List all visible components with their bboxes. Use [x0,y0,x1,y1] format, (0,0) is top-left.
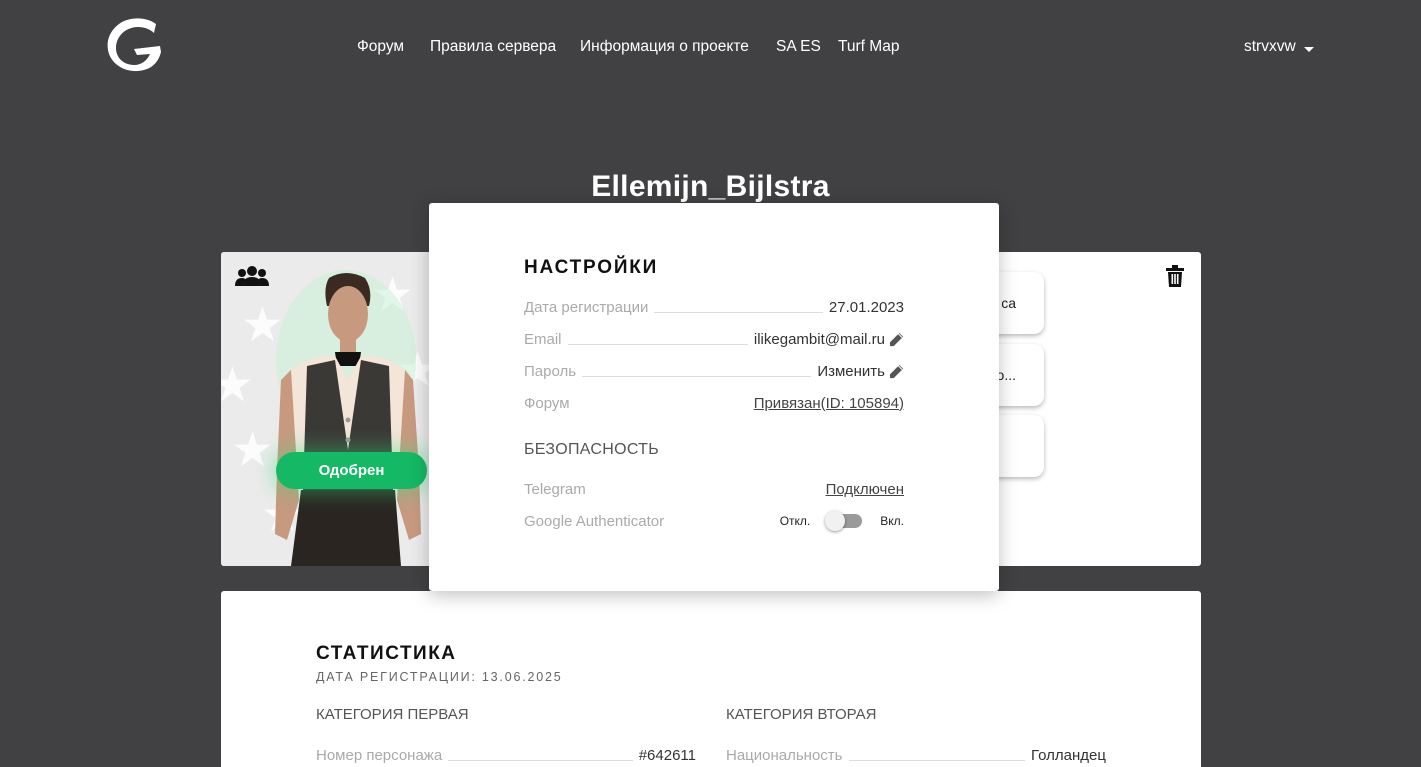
nav-link-project-info[interactable]: Информация о проекте [580,38,749,56]
group-icon[interactable] [235,264,269,288]
approved-status-button[interactable]: Одобрен [276,452,427,489]
setting-row-registration-date: Дата регистрации 27.01.2023 [524,298,904,316]
trash-icon[interactable] [1165,265,1185,287]
user-menu[interactable]: strvxvw [1244,38,1314,56]
setting-row-forum: Форум Привязан(ID: 105894) [524,394,904,412]
email-value: ilikegambit@mail.ru [753,330,885,348]
toggle-off-label: Откл. [779,514,811,528]
category-two-title: КАТЕГОРИЯ ВТОРАЯ [726,706,877,723]
character-avatar: ★ ★ ★ ★ ★ ★ Одобрен [221,252,436,566]
star-decoration: ★ [221,359,255,412]
stat-row-character-number: Номер персонажа #642611 [316,746,696,764]
setting-row-password: Пароль Изменить [524,360,904,382]
nav-link-forum[interactable]: Форум [357,38,404,56]
nav-link-sa-es[interactable]: SA ES [776,38,821,56]
setting-row-email: Email ilikegambit@mail.ru [524,328,904,350]
pencil-icon[interactable] [889,364,904,379]
category-one-title: КАТЕГОРИЯ ПЕРВАЯ [316,706,469,723]
google-auth-toggle[interactable] [825,511,863,531]
change-password-button[interactable]: Изменить [817,363,904,380]
stats-card: СТАТИСТИКА ДАТА РЕГИСТРАЦИИ: 13.06.2025 … [221,591,1201,767]
settings-modal: НАСТРОЙКИ Дата регистрации 27.01.2023 Em… [429,203,999,591]
nav-link-turf-map[interactable]: Turf Map [838,38,899,56]
main-nav: Форум Правила сервера Информация о проек… [0,38,1421,60]
toggle-on-label: Вкл. [880,514,904,528]
settings-title: НАСТРОЙКИ [524,257,659,278]
pencil-icon[interactable] [889,332,904,347]
stat-row-nationality: Национальность Голландец [726,746,1106,764]
toggle-knob[interactable] [825,511,846,531]
nav-link-server-rules[interactable]: Правила сервера [430,38,556,56]
username: strvxvw [1244,38,1296,55]
forum-link[interactable]: Привязан(ID: 105894) [754,395,904,412]
setting-row-telegram: Telegram Подключен [524,480,904,498]
security-title: БЕЗОПАСНОСТЬ [524,441,660,458]
telegram-status-link[interactable]: Подключен [826,481,904,498]
character-figure [275,270,421,566]
setting-row-google-auth: Google Authenticator Откл. Вкл. [524,511,904,531]
stats-title: СТАТИСТИКА [316,643,457,664]
stats-registration-date: ДАТА РЕГИСТРАЦИИ: 13.06.2025 [316,670,563,684]
character-name: Ellemijn_Bijlstra [591,170,830,203]
caret-down-icon [1303,46,1314,52]
